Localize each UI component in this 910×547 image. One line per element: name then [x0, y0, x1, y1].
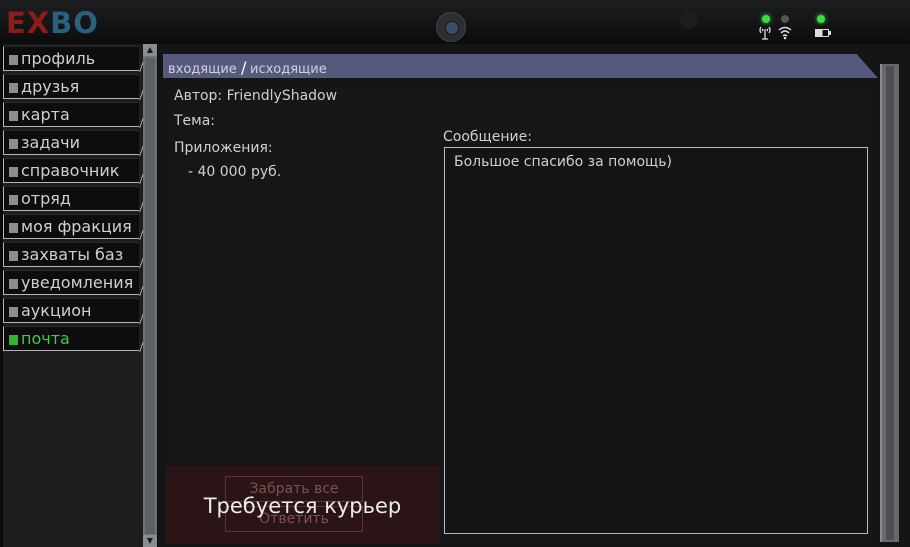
scroll-up-icon[interactable]: ▲ — [143, 44, 157, 56]
tab-separator: / — [241, 58, 247, 77]
battery-icon — [815, 29, 831, 37]
mail-author: Автор: FriendlyShadow — [174, 88, 338, 104]
device-bezel: EXBO — [0, 0, 910, 44]
attachment-item: - 40 000 руб. — [188, 164, 282, 180]
sensor-icon — [680, 11, 698, 29]
message-label: Сообщение: — [443, 129, 532, 145]
sidebar-item-my-faction[interactable]: моя фракция — [3, 213, 150, 240]
bullet-icon — [9, 223, 18, 233]
mail-subject: Тема: — [174, 113, 216, 129]
sidebar-item-mail[interactable]: почта — [3, 325, 150, 352]
bullet-icon — [9, 139, 18, 149]
antenna-icon — [758, 24, 772, 45]
bullet-icon — [9, 111, 18, 121]
wifi-icon — [777, 24, 793, 45]
sidebar-item-map[interactable]: карта — [3, 101, 150, 128]
mail-panel: входящие / исходящие Автор: FriendlyShad… — [158, 44, 910, 547]
sidebar-item-notifications[interactable]: уведомления — [3, 269, 150, 296]
wifi-led — [781, 15, 789, 23]
attachments-label: Приложения: — [174, 140, 273, 156]
bullet-icon — [9, 55, 18, 65]
sidebar-item-profile[interactable]: профиль — [3, 45, 150, 72]
scrollbar-thumb[interactable] — [145, 58, 155, 534]
tab-outgoing[interactable]: исходящие — [250, 62, 327, 78]
mail-content: Автор: FriendlyShadow Тема: Приложения: … — [165, 84, 877, 544]
sidebar-item-tasks[interactable]: задачи — [3, 129, 150, 156]
bullet-icon — [9, 279, 18, 289]
camera-icon — [436, 12, 466, 42]
bullet-icon — [9, 251, 18, 261]
sidebar: профиль друзья карта задачи справочник о… — [3, 44, 150, 547]
scroll-down-icon[interactable]: ▼ — [143, 535, 157, 547]
action-area: Забрать все Ответить Требуется курьер — [165, 466, 440, 544]
bullet-icon — [9, 83, 18, 93]
bullet-icon — [9, 167, 18, 177]
message-text: Большое спасибо за помощь) — [454, 154, 672, 170]
sidebar-item-auction[interactable]: аукцион — [3, 297, 150, 324]
battery-led — [817, 15, 825, 23]
sidebar-item-squad[interactable]: отряд — [3, 185, 150, 212]
panel-frame — [880, 64, 899, 542]
sidebar-item-friends[interactable]: друзья — [3, 73, 150, 100]
mail-tab-bar: входящие / исходящие — [163, 54, 878, 78]
bullet-icon — [9, 195, 18, 205]
bullet-icon — [9, 307, 18, 317]
exbo-logo: EXBO — [6, 6, 99, 40]
courier-required-notice: Требуется курьер — [203, 494, 402, 518]
sidebar-item-reference[interactable]: справочник — [3, 157, 150, 184]
bullet-icon — [9, 335, 18, 345]
sidebar-item-base-captures[interactable]: захваты баз — [3, 241, 150, 268]
tab-incoming[interactable]: входящие — [168, 62, 237, 78]
sidebar-scrollbar[interactable]: ▲ ▼ — [143, 44, 157, 547]
signal-led — [762, 15, 770, 23]
message-body: Большое спасибо за помощь) — [444, 147, 868, 534]
